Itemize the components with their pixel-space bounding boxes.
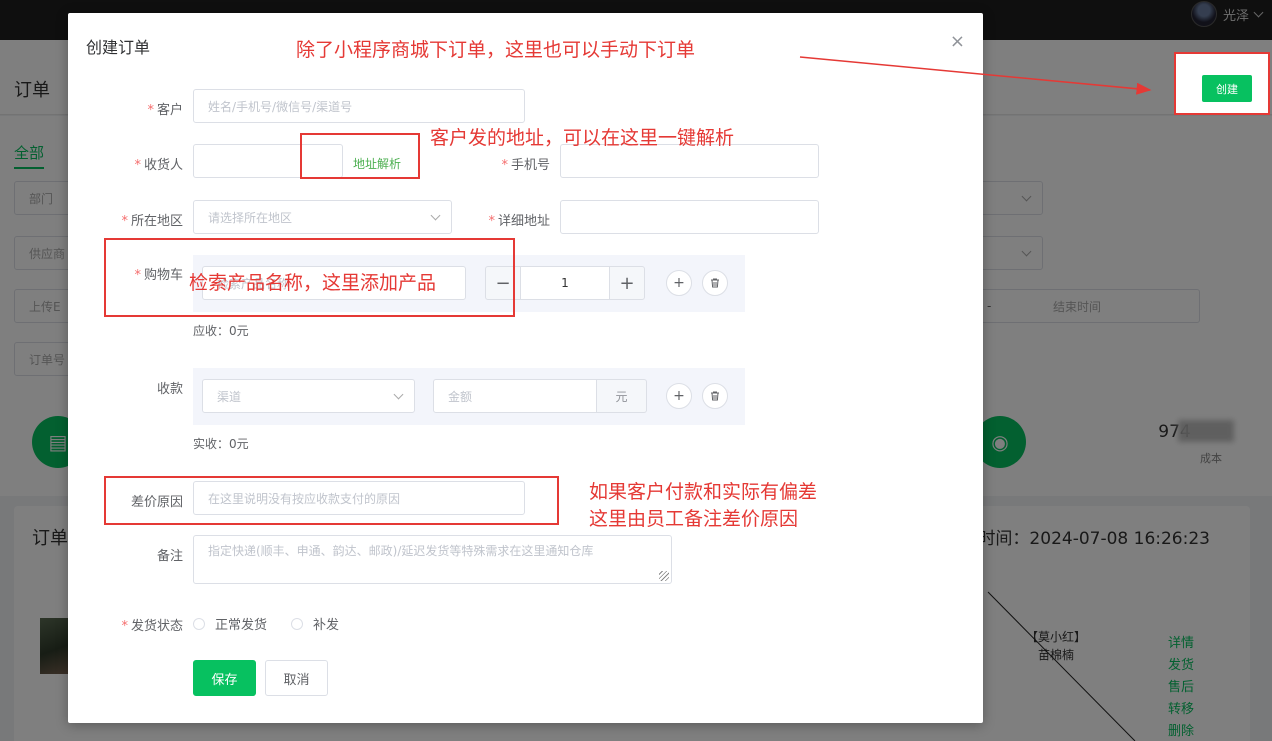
annotation-lines xyxy=(799,56,1152,741)
annotation-arrow xyxy=(799,56,1152,95)
diagonal-line xyxy=(987,591,1136,741)
